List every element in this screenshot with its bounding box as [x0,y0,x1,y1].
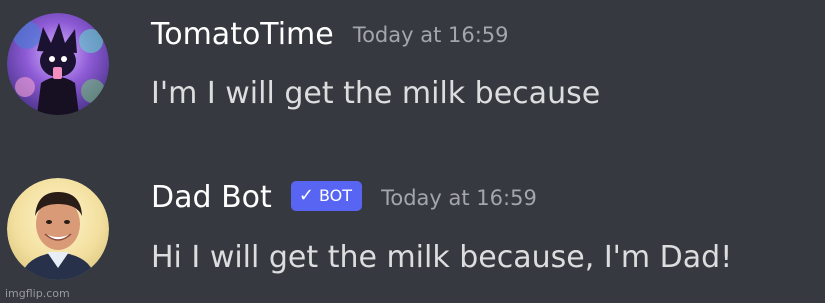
username[interactable]: TomatoTime [151,17,334,52]
checkmark-icon: ✓ [298,184,314,206]
bot-badge: ✓ BOT [290,180,363,211]
timestamp[interactable]: Today at 16:59 [381,186,537,210]
message-header: TomatoTime Today at 16:59 [151,17,509,52]
message-content: I'm I will get the milk because [151,76,601,111]
bot-avatar[interactable] [7,178,109,280]
smiling-man-avatar-icon [7,178,109,280]
purple-character-avatar-icon [7,13,109,115]
message-header: Dad Bot ✓ BOT Today at 16:59 [151,180,537,215]
username[interactable]: Dad Bot [151,180,272,215]
user-avatar[interactable] [7,13,109,115]
timestamp[interactable]: Today at 16:59 [353,23,509,47]
watermark: imgflip.com [5,287,70,300]
bot-badge-label: BOT [318,185,353,205]
message-content: Hi I will get the milk because, I'm Dad! [151,240,733,275]
